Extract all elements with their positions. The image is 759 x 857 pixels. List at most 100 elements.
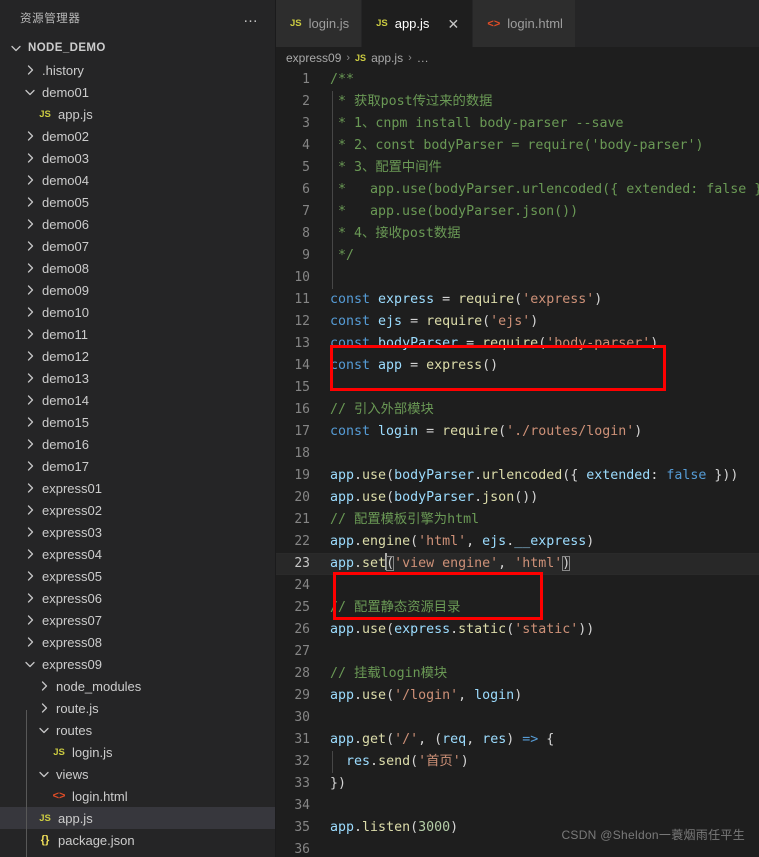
code-line[interactable]: 4 * 2、const bodyParser = require('body-p… [276, 135, 759, 157]
code-line[interactable]: 9 */ [276, 245, 759, 267]
code-lines[interactable]: 1/** 2 * 获取post传过来的数据 3 * 1、cnpm install b… [276, 69, 759, 857]
code-line[interactable]: 14 const app = express() [276, 355, 759, 377]
chevron-right-icon[interactable] [22, 129, 38, 143]
code-line[interactable]: 5 * 3、配置中间件 [276, 157, 759, 179]
chevron-right-icon[interactable] [22, 547, 38, 561]
tree-item-express06[interactable]: express06 [0, 587, 275, 609]
tree-item-express03[interactable]: express03 [0, 521, 275, 543]
tree-item-login-html[interactable]: <> login.html [0, 785, 275, 807]
tree-item-demo06[interactable]: demo06 [0, 213, 275, 235]
code-line[interactable]: 33}) [276, 773, 759, 795]
tree-item-package-json[interactable]: {} package.json [0, 829, 275, 851]
tree-item-demo16[interactable]: demo16 [0, 433, 275, 455]
code-line[interactable]: 3 * 1、cnpm install body-parser --save [276, 113, 759, 135]
chevron-right-icon[interactable] [22, 569, 38, 583]
tree-item--history[interactable]: .history [0, 59, 275, 81]
code-line[interactable]: 19 app.use(bodyParser.urlencoded({ extend… [276, 465, 759, 487]
code-editor[interactable]: 1/** 2 * 获取post传过来的数据 3 * 1、cnpm install b… [276, 69, 759, 857]
code-line[interactable]: 21 // 配置模板引擎为html [276, 509, 759, 531]
code-line[interactable]: 2 * 获取post传过来的数据 [276, 91, 759, 113]
tree-item-express01[interactable]: express01 [0, 477, 275, 499]
code-line[interactable]: 26 app.use(express.static('static')) [276, 619, 759, 641]
code-line[interactable]: 11 const express = require('express') [276, 289, 759, 311]
code-line[interactable]: 1 /** [276, 69, 759, 91]
editor-tab-login-html[interactable]: <> login.html [473, 0, 576, 47]
code-line[interactable]: 24 [276, 575, 759, 597]
code-line[interactable]: 28 // 挂载login模块 [276, 663, 759, 685]
tree-item-demo02[interactable]: demo02 [0, 125, 275, 147]
tree-item-views[interactable]: views [0, 763, 275, 785]
chevron-right-icon[interactable] [22, 327, 38, 341]
code-line[interactable]: 29 app.use('/login', login) [276, 685, 759, 707]
tree-item-demo14[interactable]: demo14 [0, 389, 275, 411]
tree-item-demo10[interactable]: demo10 [0, 301, 275, 323]
code-line[interactable]: 18 [276, 443, 759, 465]
code-line[interactable]: 7 * app.use(bodyParser.json()) [276, 201, 759, 223]
code-line[interactable]: 8 * 4、接收post数据 [276, 223, 759, 245]
chevron-right-icon[interactable] [22, 239, 38, 253]
chevron-right-icon[interactable] [36, 679, 52, 693]
close-icon[interactable]: ✕ [446, 17, 460, 31]
chevron-right-icon[interactable] [36, 701, 52, 715]
tree-item-demo12[interactable]: demo12 [0, 345, 275, 367]
chevron-right-icon[interactable] [22, 393, 38, 407]
chevron-down-icon[interactable] [8, 41, 24, 55]
tree-item-express09[interactable]: express09 [0, 653, 275, 675]
code-line[interactable]: 17 const login = require('./routes/login'… [276, 421, 759, 443]
tree-item-express02[interactable]: express02 [0, 499, 275, 521]
chevron-right-icon[interactable] [22, 415, 38, 429]
tree-item-express07[interactable]: express07 [0, 609, 275, 631]
tree-item-routes[interactable]: routes [0, 719, 275, 741]
tree-item-demo09[interactable]: demo09 [0, 279, 275, 301]
tree-item-demo11[interactable]: demo11 [0, 323, 275, 345]
tree-item-demo07[interactable]: demo07 [0, 235, 275, 257]
code-line[interactable]: 32 res.send('首页') [276, 751, 759, 773]
code-line[interactable]: 10 [276, 267, 759, 289]
tree-item-express08[interactable]: express08 [0, 631, 275, 653]
chevron-down-icon[interactable] [36, 767, 52, 781]
tree-item-app-js[interactable]: JS app.js [0, 103, 275, 125]
tree-item-demo04[interactable]: demo04 [0, 169, 275, 191]
tree-item-demo05[interactable]: demo05 [0, 191, 275, 213]
chevron-right-icon[interactable] [22, 261, 38, 275]
chevron-right-icon[interactable] [22, 305, 38, 319]
chevron-right-icon[interactable] [22, 591, 38, 605]
tree-item-app-js[interactable]: JS app.js [0, 807, 275, 829]
code-line[interactable]: 34 [276, 795, 759, 817]
code-line[interactable]: 12 const ejs = require('ejs') [276, 311, 759, 333]
chevron-right-icon[interactable] [22, 635, 38, 649]
chevron-right-icon[interactable] [22, 217, 38, 231]
tree-item-login-js[interactable]: JS login.js [0, 741, 275, 763]
editor-tab-login-js[interactable]: JS login.js [276, 0, 363, 47]
code-line[interactable]: 22 app.engine('html', ejs.__express) [276, 531, 759, 553]
tree-item-demo17[interactable]: demo17 [0, 455, 275, 477]
tree-item-demo01[interactable]: demo01 [0, 81, 275, 103]
chevron-down-icon[interactable] [36, 723, 52, 737]
chevron-right-icon[interactable] [22, 437, 38, 451]
code-line[interactable]: 15 [276, 377, 759, 399]
code-line[interactable]: 27 [276, 641, 759, 663]
chevron-down-icon[interactable] [22, 85, 38, 99]
editor-tab-app-js[interactable]: JS app.js ✕ [362, 0, 474, 47]
code-line[interactable]: 30 [276, 707, 759, 729]
breadcrumb-file[interactable]: app.js [371, 51, 403, 65]
tree-item-demo08[interactable]: demo08 [0, 257, 275, 279]
tree-item-express05[interactable]: express05 [0, 565, 275, 587]
code-line[interactable]: 13 const bodyParser = require('body-parse… [276, 333, 759, 355]
tree-item-express04[interactable]: express04 [0, 543, 275, 565]
breadcrumb-symbols[interactable]: … [417, 51, 429, 65]
more-actions-icon[interactable]: … [239, 10, 263, 25]
code-line[interactable]: 20 app.use(bodyParser.json()) [276, 487, 759, 509]
code-line[interactable]: 31 app.get('/', (req, res) => { [276, 729, 759, 751]
tree-item-demo15[interactable]: demo15 [0, 411, 275, 433]
code-line[interactable]: 16 // 引入外部模块 [276, 399, 759, 421]
chevron-right-icon[interactable] [22, 151, 38, 165]
tree-item-route-js[interactable]: route.js [0, 697, 275, 719]
chevron-right-icon[interactable] [22, 349, 38, 363]
chevron-right-icon[interactable] [22, 525, 38, 539]
chevron-right-icon[interactable] [22, 63, 38, 77]
chevron-right-icon[interactable] [22, 195, 38, 209]
chevron-right-icon[interactable] [22, 503, 38, 517]
chevron-down-icon[interactable] [22, 657, 38, 671]
code-line[interactable]: 25 // 配置静态资源目录 [276, 597, 759, 619]
